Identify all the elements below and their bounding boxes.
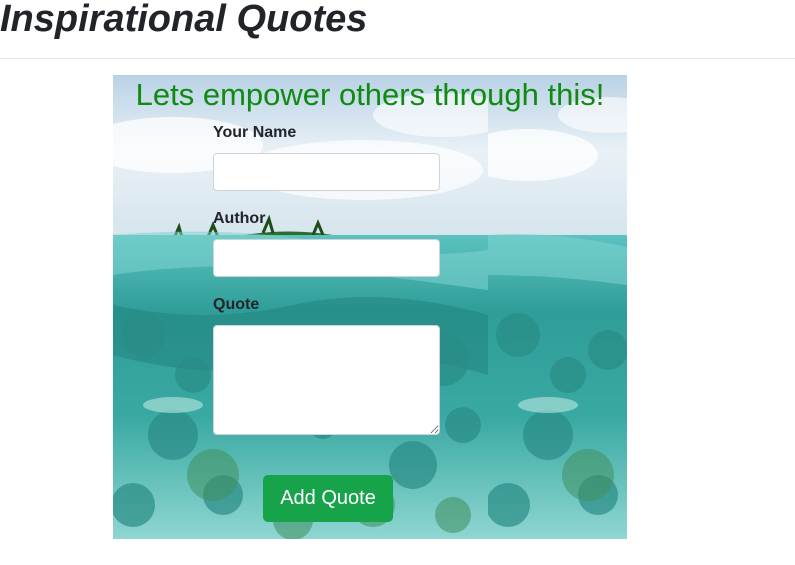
name-label: Your Name <box>213 124 297 141</box>
author-label: Author <box>213 210 266 227</box>
hero-heading: Lets empower others through this! <box>135 77 605 112</box>
ocean-background-image-repeat <box>488 75 627 539</box>
author-input[interactable] <box>213 239 440 277</box>
quote-label: Quote <box>213 296 260 313</box>
page-header: Inspirational Quotes <box>0 0 795 59</box>
add-quote-button[interactable]: Add Quote <box>263 475 393 522</box>
quote-form-section: Lets empower others through this! Your N… <box>113 75 627 539</box>
page-title: Inspirational Quotes <box>0 0 368 40</box>
name-input[interactable] <box>213 153 440 191</box>
ocean-background-image <box>113 75 488 539</box>
quote-textarea[interactable] <box>213 325 440 435</box>
